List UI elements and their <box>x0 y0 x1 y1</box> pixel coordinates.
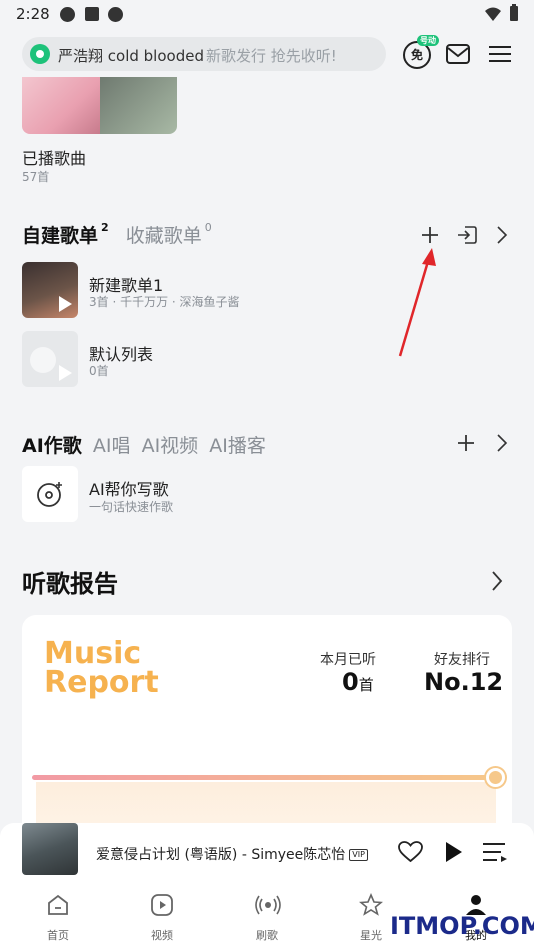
tab-ai-podcast[interactable]: AI播客 <box>209 435 266 457</box>
play-icon <box>59 296 72 312</box>
rank-label: 好友排行 <box>434 652 490 668</box>
star-icon <box>359 893 383 916</box>
listened-label: 本月已听 <box>320 652 376 668</box>
wifi-icon <box>485 7 501 21</box>
watermark: ITMOP.COM <box>390 912 534 940</box>
tab-created-playlists[interactable]: 自建歌单 2 <box>22 221 109 247</box>
free-vip-label: 免 <box>410 48 423 62</box>
tab-ai-sing[interactable]: AI唱 <box>93 435 131 457</box>
menu-icon[interactable] <box>489 44 511 64</box>
radio-icon <box>255 895 281 915</box>
cover-image <box>100 77 177 134</box>
cover-image <box>22 77 100 134</box>
mail-icon[interactable] <box>446 43 470 65</box>
played-songs-title[interactable]: 已播歌曲 <box>22 145 86 169</box>
chevron-right-icon[interactable] <box>491 570 503 592</box>
free-vip-tag: 号动 <box>417 35 439 46</box>
playlist-queue-icon[interactable] <box>483 842 507 862</box>
play-icon <box>59 365 72 381</box>
status-bar: 2:28 <box>0 0 534 28</box>
report-title: 听歌报告 <box>22 570 118 598</box>
played-songs-cover[interactable] <box>22 77 177 134</box>
playlist-sub: 0首 <box>89 364 109 378</box>
chevron-right-icon[interactable] <box>496 225 508 245</box>
ai-item-name[interactable]: AI帮你写歌 <box>89 476 169 500</box>
tab-label: 视频 <box>151 929 173 942</box>
disc-sparkle-icon <box>37 482 62 507</box>
tab-label: 刷歌 <box>256 929 278 942</box>
ai-tabs: AI作歌 AI唱 AI视频 AI播客 <box>22 431 266 458</box>
listened-value: 0首 <box>342 668 374 696</box>
search-bar[interactable]: 严浩翔 cold blooded 新歌发行 抢先收听! <box>22 37 386 71</box>
vip-tag: VIP <box>349 849 368 861</box>
globe-icon <box>108 7 123 22</box>
collected-count: 0 <box>204 221 212 234</box>
mini-player-cover <box>22 823 78 875</box>
play-icon[interactable] <box>444 841 464 863</box>
heart-icon[interactable] <box>398 841 423 863</box>
add-icon[interactable] <box>456 433 476 453</box>
ai-write-song-card[interactable] <box>22 466 78 522</box>
search-query: 严浩翔 cold blooded <box>58 47 204 65</box>
playlist-tabs: 自建歌单 2 收藏歌单 0 <box>22 221 212 248</box>
import-playlist-icon[interactable] <box>456 224 478 246</box>
mini-player-title: 爱意侵占计划 (粤语版) - Simyee陈芯怡 VIP <box>96 844 368 864</box>
annotation-arrow <box>398 248 436 357</box>
chevron-right-icon[interactable] <box>496 433 508 453</box>
app-notify-icon <box>60 7 75 22</box>
music-report-logo-line2: Report <box>44 665 159 700</box>
created-count: 2 <box>101 221 109 234</box>
search-hint: 新歌发行 抢先收听! <box>206 47 337 65</box>
playlist-sub: 3首 · 千千万万 · 深海鱼子酱 <box>89 295 240 309</box>
ai-item-sub: 一句话快速作歌 <box>89 500 174 514</box>
tab-ai-video[interactable]: AI视频 <box>142 435 199 457</box>
home-icon <box>48 894 68 915</box>
playlist-cover <box>22 331 78 387</box>
tab-ai-compose[interactable]: AI作歌 <box>22 435 82 457</box>
tab-label: 首页 <box>47 929 69 942</box>
listening-progress <box>32 775 497 780</box>
app-a-icon <box>85 7 99 21</box>
video-icon <box>151 894 173 916</box>
app-logo-icon <box>30 44 50 64</box>
playlist-cover <box>22 262 78 318</box>
battery-icon <box>510 4 518 21</box>
tab-collected-playlists[interactable]: 收藏歌单 0 <box>126 221 212 247</box>
played-songs-count: 57首 <box>22 170 50 184</box>
rank-value: No.12 <box>424 668 504 696</box>
progress-knob <box>486 768 505 787</box>
status-time: 2:28 <box>16 5 50 23</box>
add-playlist-icon[interactable] <box>420 225 440 245</box>
mini-player[interactable]: 爱意侵占计划 (粤语版) - Simyee陈芯怡 VIP <box>0 823 534 883</box>
free-vip-button[interactable]: 免 号动 <box>403 35 439 69</box>
